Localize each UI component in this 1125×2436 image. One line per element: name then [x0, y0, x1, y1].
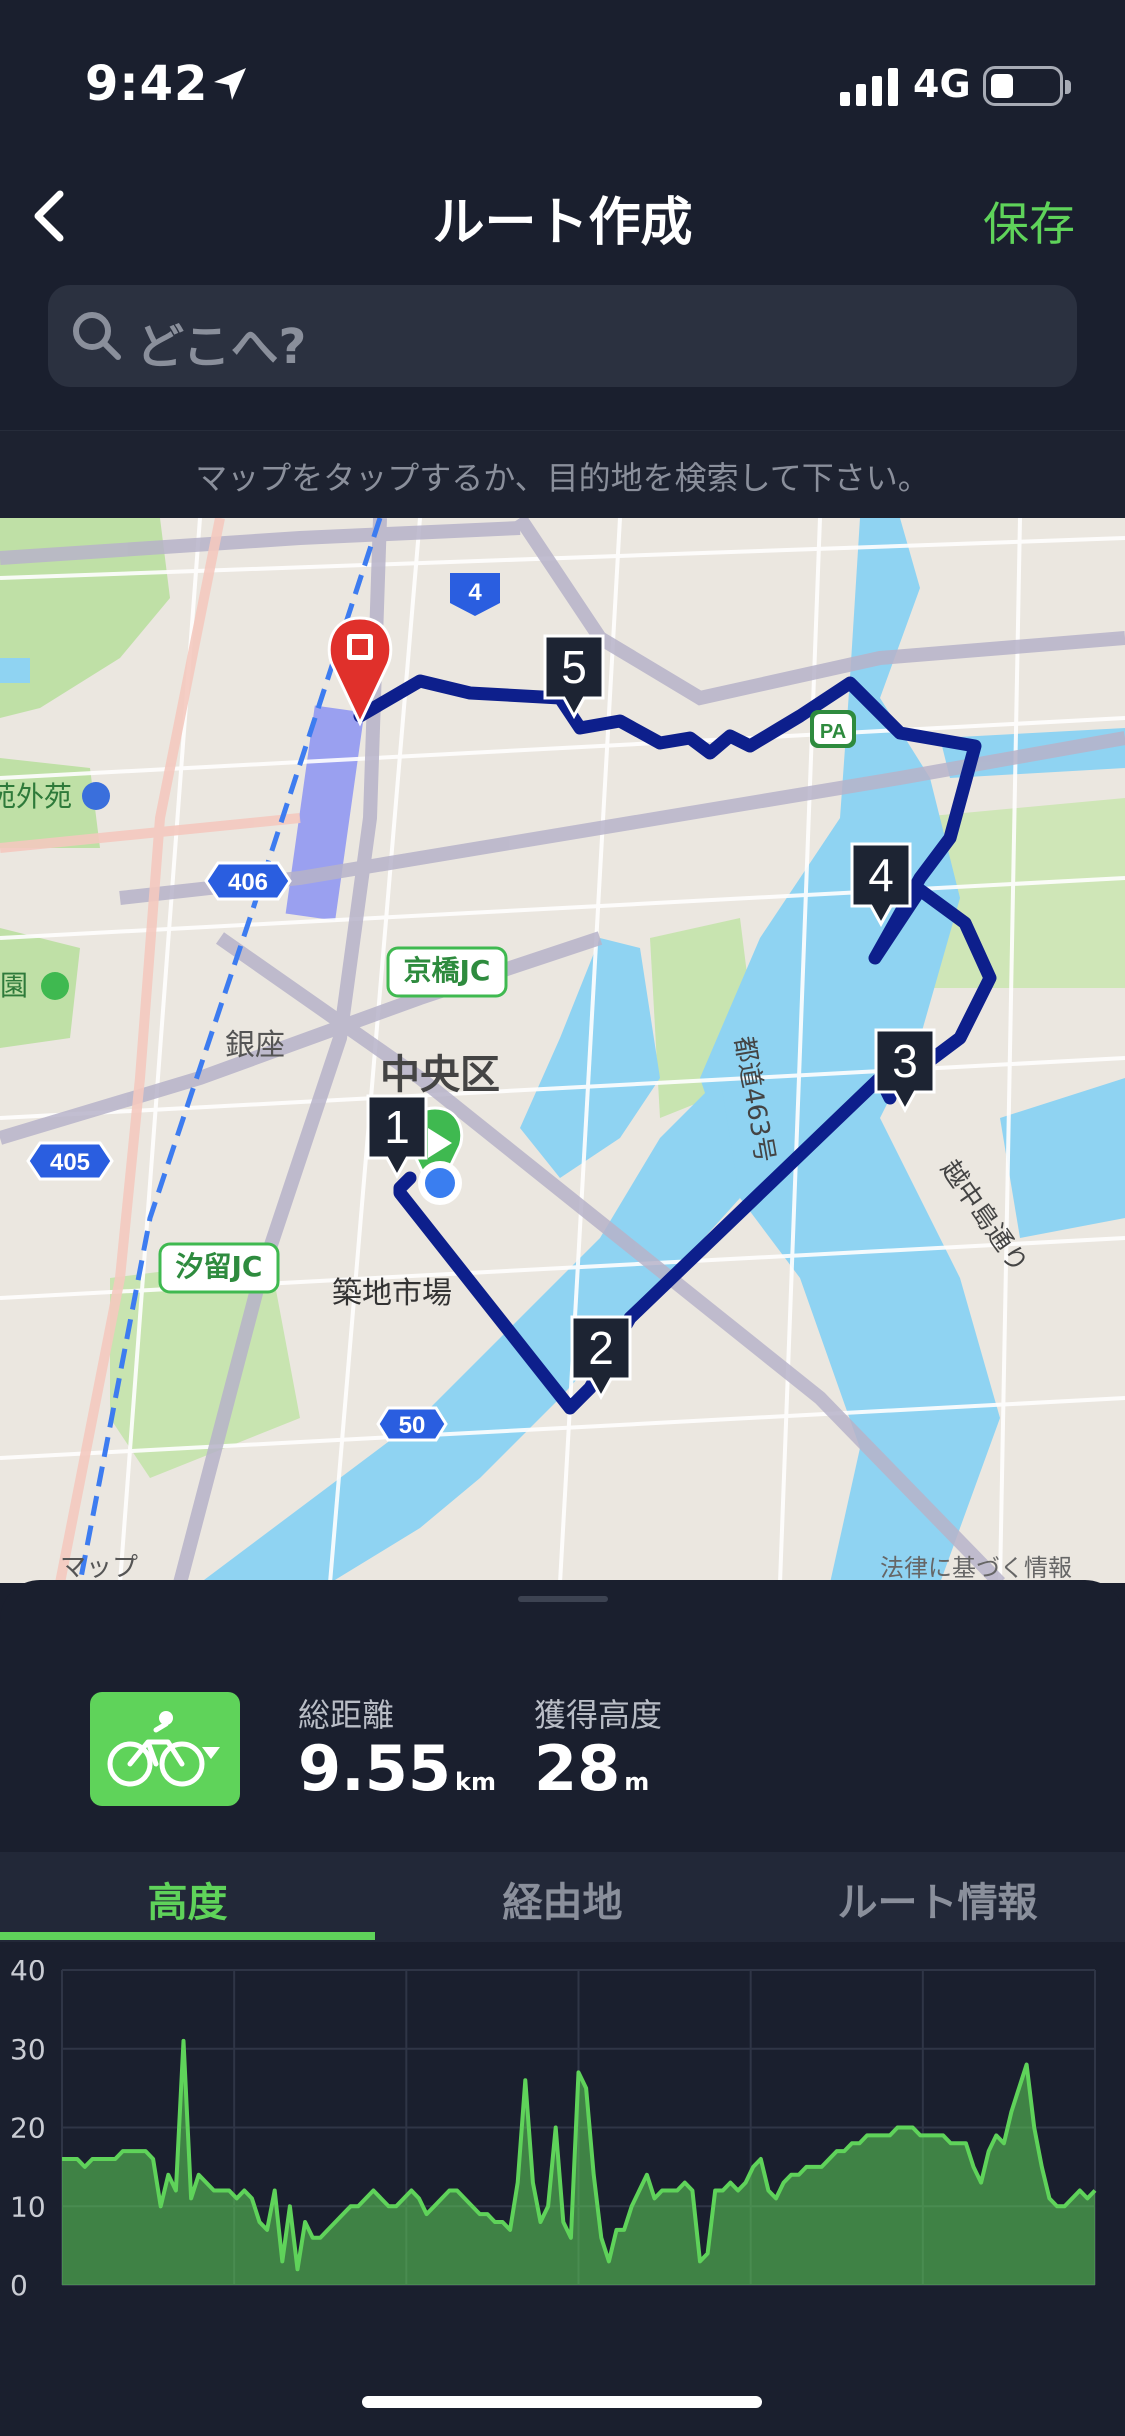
svg-text:5: 5 — [561, 641, 587, 693]
network-type: 4G — [913, 62, 971, 106]
elevation-chart: 0 10 20 30 40 — [0, 1954, 1125, 2302]
hint-bar: マップをタップするか、目的地を検索して下さい。 — [0, 430, 1125, 519]
status-bar: 9:42 4G — [0, 0, 1125, 140]
battery-icon — [983, 66, 1071, 106]
home-indicator — [362, 2396, 762, 2408]
sheet-grabber[interactable] — [518, 1596, 608, 1602]
chart-y-tick-label: 0 — [10, 2269, 28, 2300]
legal-link: 法律に基づく情報 — [880, 1554, 1072, 1582]
signal-bars-icon — [840, 68, 898, 106]
chuo-ku-label: 中央区 — [380, 1052, 500, 1098]
chart-y-tick-label: 40 — [10, 1960, 46, 1987]
park-tree-icon — [41, 972, 69, 1000]
tab-bar: 高度 経由地 ルート情報 — [0, 1852, 1125, 1942]
ginza-label: 銀座 — [225, 1028, 285, 1063]
distance-label: 総距離 — [298, 1696, 395, 1734]
landmark-star-icon — [82, 782, 110, 810]
search-placeholder: どこへ? — [136, 319, 307, 375]
elevation-label: 獲得高度 — [534, 1696, 663, 1734]
chart-y-tick-label: 10 — [10, 2190, 46, 2223]
tsukiji-label: 築地市場 — [332, 1276, 452, 1311]
route-shield-406: 406 — [204, 861, 292, 901]
travel-mode-button[interactable] — [90, 1692, 240, 1806]
search-input[interactable]: どこへ? — [48, 285, 1077, 387]
tab-waypoints[interactable]: 経由地 — [375, 1870, 750, 1928]
tab-elevation[interactable]: 高度 — [0, 1870, 375, 1928]
location-arrow-icon — [214, 68, 246, 100]
page-title: ルート作成 — [432, 193, 693, 253]
kyobashi-jc-label: 京橋JC — [386, 946, 508, 998]
save-button[interactable]: 保存 — [983, 188, 1075, 254]
elevation-value: 28 m — [534, 1732, 650, 1805]
svg-text:3: 3 — [892, 1035, 918, 1087]
svg-text:4: 4 — [468, 579, 482, 606]
status-time: 9:42 — [85, 56, 209, 112]
svg-text:406: 406 — [228, 869, 268, 896]
hint-text: マップをタップするか、目的地を検索して下さい。 — [195, 459, 930, 497]
svg-text:2: 2 — [588, 1322, 614, 1374]
tab-route-info[interactable]: ルート情報 — [750, 1870, 1125, 1928]
svg-text:50: 50 — [399, 1412, 426, 1439]
svg-text:405: 405 — [50, 1149, 90, 1176]
elevation-unit: m — [624, 1768, 650, 1796]
nav-bar: ルート作成 保存 — [0, 160, 1125, 270]
route-shield-50: 50 — [376, 1406, 448, 1442]
en-label: 園 — [0, 969, 28, 1002]
gaien-label: 苑外苑 — [0, 780, 72, 813]
bicycle-icon — [107, 1711, 220, 1787]
chevron-down-icon — [202, 1747, 220, 1759]
shiodome-jc-label: 汐留JC — [158, 1242, 280, 1294]
pa-label: PA — [810, 710, 856, 748]
route-shield-405: 405 — [26, 1141, 114, 1181]
tab-indicator — [0, 1932, 375, 1940]
svg-text:汐留JC: 汐留JC — [176, 1250, 263, 1283]
maps-badge: マップ — [60, 1553, 138, 1583]
distance-value: 9.55 km — [298, 1732, 496, 1805]
route-map[interactable]: 4 406 405 50 京橋JC 汐留JC PA 銀座 中央区 築地市場 苑外… — [0, 518, 1125, 1583]
chart-y-tick-label: 20 — [10, 2112, 46, 2145]
map-canvas[interactable]: 4 406 405 50 京橋JC 汐留JC PA 銀座 中央区 築地市場 苑外… — [0, 518, 1125, 1583]
search-icon — [73, 312, 121, 360]
svg-text:1: 1 — [384, 1101, 410, 1153]
svg-text:PA: PA — [820, 721, 846, 743]
elevation-chart-svg: 0 10 20 30 40 — [10, 1954, 1097, 2302]
water-area — [0, 658, 30, 683]
svg-text:4: 4 — [868, 849, 894, 901]
distance-unit: km — [454, 1768, 496, 1796]
svg-text:京橋JC: 京橋JC — [404, 954, 491, 987]
chart-y-tick-label: 30 — [10, 2033, 46, 2066]
